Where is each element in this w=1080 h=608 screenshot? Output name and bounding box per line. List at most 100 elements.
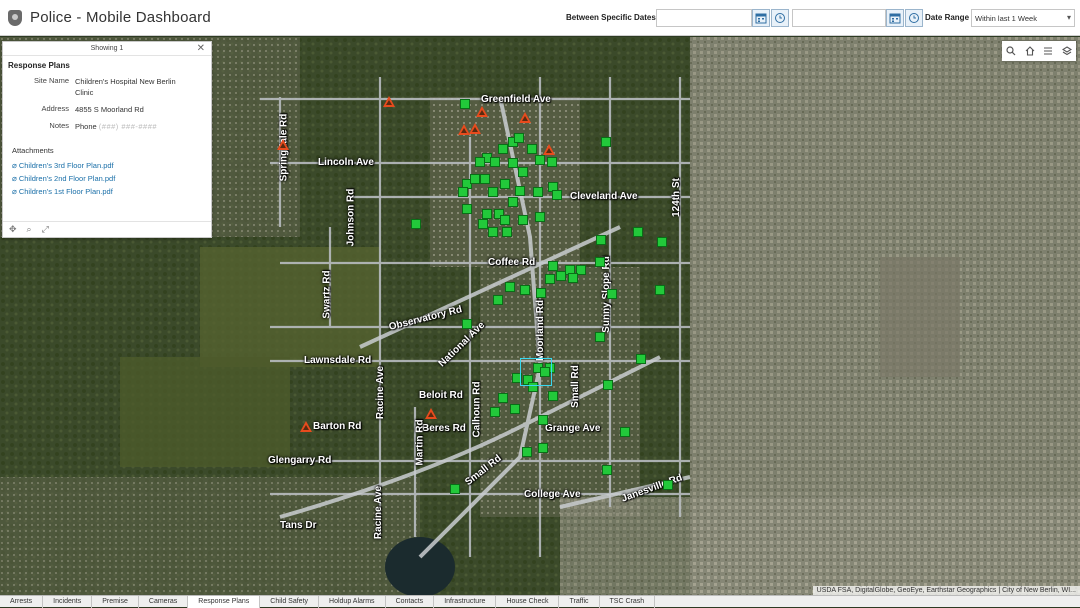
incident-marker[interactable] xyxy=(462,204,472,214)
alarm-marker[interactable] xyxy=(519,112,531,123)
incident-marker[interactable] xyxy=(633,227,643,237)
alarm-marker[interactable] xyxy=(277,139,289,150)
incident-marker[interactable] xyxy=(490,157,500,167)
incident-marker[interactable] xyxy=(520,285,530,295)
incident-marker[interactable] xyxy=(545,274,555,284)
incident-marker[interactable] xyxy=(505,282,515,292)
incident-marker[interactable] xyxy=(533,187,543,197)
incident-marker[interactable] xyxy=(498,144,508,154)
end-date-input[interactable] xyxy=(792,9,886,27)
incident-marker[interactable] xyxy=(500,179,510,189)
incident-marker[interactable] xyxy=(488,227,498,237)
start-time-button[interactable] xyxy=(771,9,789,27)
incident-marker[interactable] xyxy=(482,209,492,219)
incident-marker[interactable] xyxy=(663,480,673,490)
tab-response-plans[interactable]: Response Plans xyxy=(188,596,261,608)
incident-marker[interactable] xyxy=(460,99,470,109)
incident-marker[interactable] xyxy=(478,219,488,229)
tab-traffic[interactable]: Traffic xyxy=(559,596,600,608)
incident-marker[interactable] xyxy=(527,144,537,154)
incident-marker[interactable] xyxy=(620,427,630,437)
tab-tsc-crash[interactable]: TSC Crash xyxy=(600,596,656,608)
incident-marker[interactable] xyxy=(498,393,508,403)
tab-incidents[interactable]: Incidents xyxy=(43,596,93,608)
incident-marker[interactable] xyxy=(595,257,605,267)
incident-marker[interactable] xyxy=(458,187,468,197)
incident-marker[interactable] xyxy=(488,187,498,197)
alarm-marker[interactable] xyxy=(476,106,488,117)
close-icon[interactable]: ✕ xyxy=(197,43,205,54)
tab-child-safety[interactable]: Child Safety xyxy=(260,596,320,608)
tab-cameras[interactable]: Cameras xyxy=(139,596,189,608)
incident-marker[interactable] xyxy=(655,285,665,295)
incident-marker[interactable] xyxy=(535,212,545,222)
incident-marker[interactable] xyxy=(657,237,667,247)
end-calendar-button[interactable] xyxy=(886,9,904,27)
incident-marker[interactable] xyxy=(493,295,503,305)
incident-marker[interactable] xyxy=(548,261,558,271)
incident-marker[interactable] xyxy=(547,157,557,167)
incident-marker[interactable] xyxy=(462,319,472,329)
incident-marker[interactable] xyxy=(548,391,558,401)
search-icon[interactable] xyxy=(1005,45,1017,57)
incident-marker[interactable] xyxy=(568,273,578,283)
zoom-to-icon[interactable]: ⌕ xyxy=(27,224,32,235)
tab-premise[interactable]: Premise xyxy=(92,596,139,608)
incident-marker[interactable] xyxy=(502,227,512,237)
tab-house-check[interactable]: House Check xyxy=(496,596,560,608)
attachment-link[interactable]: ⌀ Children's 2nd Floor Plan.pdf xyxy=(12,174,211,183)
attachment-name[interactable]: Children's 1st Floor Plan.pdf xyxy=(19,187,113,196)
end-time-button[interactable] xyxy=(905,9,923,27)
incident-marker[interactable] xyxy=(475,157,485,167)
incident-marker[interactable] xyxy=(536,288,546,298)
tab-infrastructure[interactable]: Infrastructure xyxy=(434,596,497,608)
incident-marker[interactable] xyxy=(470,174,480,184)
incident-marker[interactable] xyxy=(518,215,528,225)
incident-marker[interactable] xyxy=(601,137,611,147)
incident-marker[interactable] xyxy=(607,289,617,299)
alarm-marker[interactable] xyxy=(425,408,437,419)
incident-marker[interactable] xyxy=(556,271,566,281)
tab-arrests[interactable]: Arrests xyxy=(0,596,44,608)
list-icon[interactable] xyxy=(1042,45,1054,57)
incident-marker[interactable] xyxy=(552,190,562,200)
tab-holdup-alarms[interactable]: Holdup Alarms xyxy=(319,596,386,608)
incident-marker[interactable] xyxy=(596,235,606,245)
alarm-marker[interactable] xyxy=(383,96,395,107)
incident-marker[interactable] xyxy=(508,197,518,207)
incident-marker[interactable] xyxy=(522,447,532,457)
incident-marker[interactable] xyxy=(538,443,548,453)
tab-contacts[interactable]: Contacts xyxy=(386,596,435,608)
incident-marker[interactable] xyxy=(515,186,525,196)
alarm-marker[interactable] xyxy=(458,124,470,135)
incident-marker[interactable] xyxy=(595,332,605,342)
incident-marker[interactable] xyxy=(508,158,518,168)
incident-marker[interactable] xyxy=(480,174,490,184)
incident-marker[interactable] xyxy=(411,219,421,229)
expand-icon[interactable]: ⤢ xyxy=(42,224,49,235)
incident-marker[interactable] xyxy=(602,465,612,475)
alarm-marker[interactable] xyxy=(300,421,312,432)
incident-marker[interactable] xyxy=(514,133,524,143)
start-calendar-button[interactable] xyxy=(752,9,770,27)
attachment-name[interactable]: Children's 2nd Floor Plan.pdf xyxy=(19,174,116,183)
map-attribution[interactable]: USDA FSA, DigitalGlobe, GeoEye, Earthsta… xyxy=(812,586,1080,595)
incident-marker[interactable] xyxy=(603,380,613,390)
attachment-name[interactable]: Children's 3rd Floor Plan.pdf xyxy=(19,161,114,170)
attachment-link[interactable]: ⌀ Children's 1st Floor Plan.pdf xyxy=(12,187,211,196)
incident-marker[interactable] xyxy=(490,407,500,417)
layers-icon[interactable] xyxy=(1061,45,1073,57)
pan-icon[interactable]: ✥ xyxy=(9,224,17,235)
incident-marker[interactable] xyxy=(636,354,646,364)
incident-marker[interactable] xyxy=(518,167,528,177)
incident-marker[interactable] xyxy=(450,484,460,494)
alarm-marker[interactable] xyxy=(469,123,481,134)
home-icon[interactable] xyxy=(1024,45,1036,57)
incident-marker[interactable] xyxy=(510,404,520,414)
incident-marker[interactable] xyxy=(538,415,548,425)
incident-marker[interactable] xyxy=(500,215,510,225)
incident-marker[interactable] xyxy=(535,155,545,165)
alarm-marker[interactable] xyxy=(543,144,555,155)
start-date-input[interactable] xyxy=(656,9,752,27)
date-range-select[interactable]: Within last 1 Week xyxy=(971,9,1075,27)
